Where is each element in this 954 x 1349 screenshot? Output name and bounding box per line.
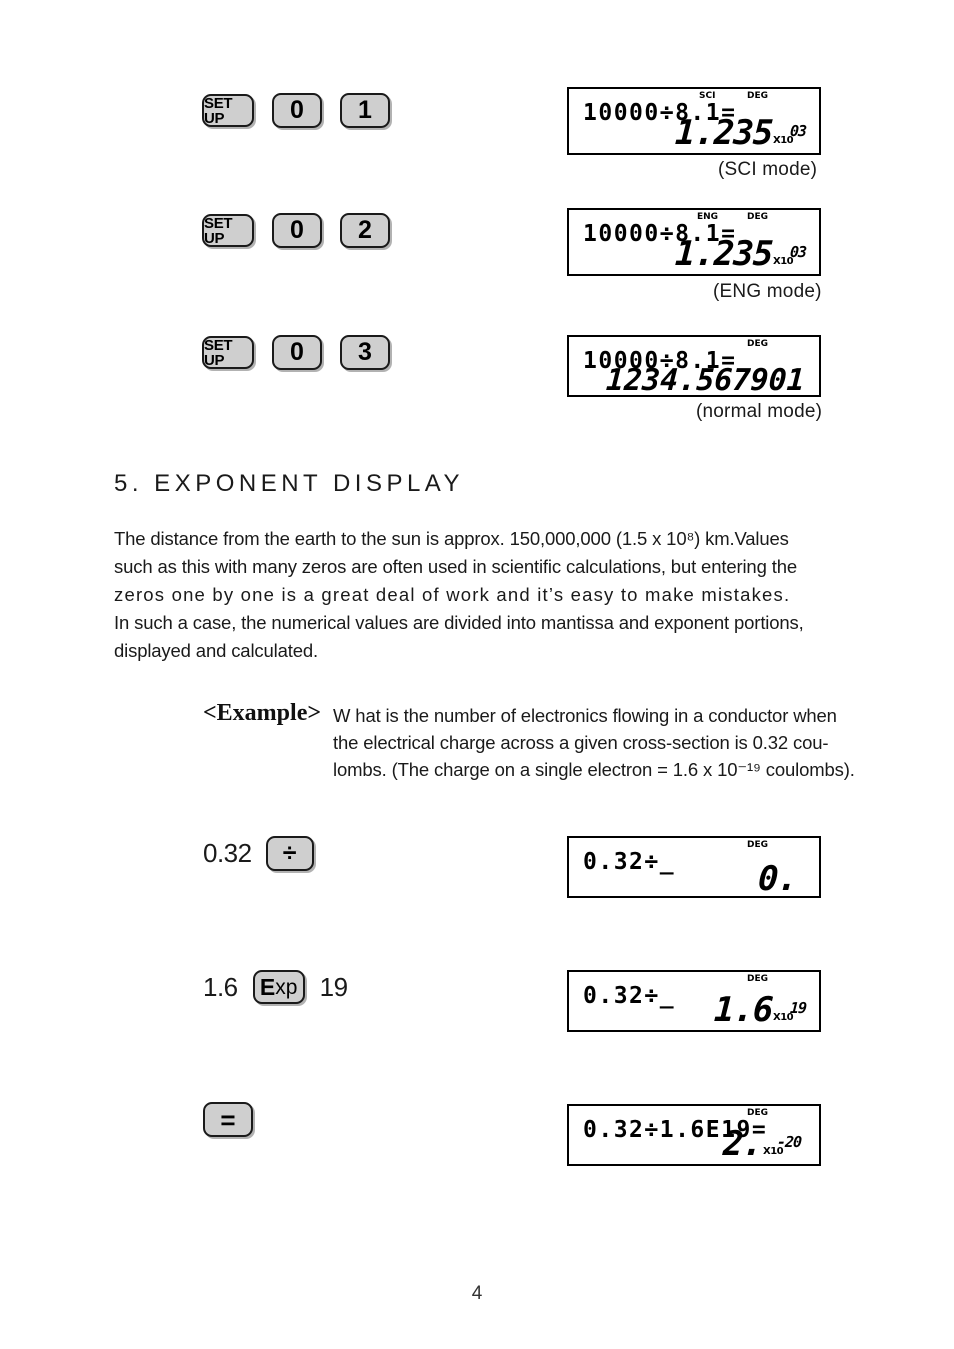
exp-key[interactable]: Exp	[252, 970, 305, 1004]
flag-deg: DEG	[747, 840, 769, 850]
body-paragraph: The distance from the earth to the sun i…	[114, 525, 834, 665]
caption-eng-mode: (ENG mode)	[713, 281, 822, 302]
caption-sci-mode: (SCI mode)	[718, 159, 818, 180]
step-row-equals: =	[203, 1102, 253, 1137]
lcd-display-sci: SCI DEG 10000÷8.1= 1.235 X10 03	[567, 87, 821, 155]
lcd-exponent-value: -20	[776, 1133, 802, 1151]
digit-key-0[interactable]: 0	[272, 93, 322, 128]
example-label: <Example>	[203, 700, 322, 726]
lcd-entry-line: 0.32÷_	[583, 849, 676, 875]
key-row-sci: SET UP 0 1	[202, 93, 390, 128]
flag-deg: DEG	[747, 91, 769, 101]
step-suffix-value: 19	[319, 971, 348, 1002]
lcd-result-line: 2. X10 -20	[722, 1124, 802, 1165]
example-line: lombs. (The charge on a single electron …	[333, 759, 855, 780]
flag-deg: DEG	[747, 212, 769, 222]
example-line: the electrical charge across a given cro…	[333, 732, 829, 753]
lcd-mantissa: 1.235	[673, 113, 774, 154]
lcd-exponent-value: 03	[789, 243, 807, 261]
digit-key-2[interactable]: 2	[340, 213, 390, 248]
digit-key-3[interactable]: 3	[340, 335, 390, 370]
paragraph-line: The distance from the earth to the sun i…	[114, 528, 789, 549]
step-prefix-value: 1.6	[203, 971, 238, 1002]
lcd-exponent-value: 03	[789, 122, 807, 140]
example-body: W hat is the number of electronics flowi…	[333, 702, 878, 783]
lcd-exponent-block: X10 19	[773, 995, 807, 1029]
page-title: 5. EXPONENT DISPLAY	[114, 470, 465, 497]
equals-key[interactable]: =	[203, 1102, 253, 1137]
lcd-mantissa: 1234.567901	[605, 362, 806, 398]
paragraph-line: such as this with many zeros are often u…	[114, 556, 797, 577]
lcd-entry-line: 0.32÷_	[583, 983, 676, 1009]
lcd-mantissa: 1.6	[712, 990, 774, 1031]
setup-key[interactable]: SET UP	[202, 94, 254, 127]
exp-key-letter-e: E	[259, 973, 276, 1000]
lcd-exponent-block: X10 03	[773, 118, 807, 152]
step-row-exp: 1.6 Exp 19	[203, 970, 348, 1004]
lcd-exponent-value: 19	[789, 999, 807, 1017]
lcd-display-step3: DEG 0.32÷1.6E19= 2. X10 -20	[567, 1104, 821, 1166]
paragraph-line: displayed and calculated.	[114, 640, 319, 661]
lcd-display-eng: ENG DEG 10000÷8.1= 1.235 X10 03	[567, 208, 821, 276]
step-row-divide: 0.32 ÷	[203, 836, 314, 871]
digit-key-0[interactable]: 0	[272, 213, 322, 248]
caption-normal-mode: (normal mode)	[696, 401, 823, 422]
paragraph-line: In such a case, the numerical values are…	[114, 612, 804, 633]
step-prefix-value: 0.32	[203, 838, 252, 868]
lcd-result-line: 1.235 X10 03	[673, 113, 807, 154]
lcd-result-line: 0.	[757, 859, 799, 900]
key-row-normal: SET UP 0 3	[202, 335, 390, 370]
lcd-result-line: 1.235 X10 03	[673, 234, 807, 275]
flag-deg: DEG	[747, 974, 769, 984]
digit-key-1[interactable]: 1	[340, 93, 390, 128]
lcd-display-normal: DEG 10000÷8.1= 1234.567901	[567, 335, 821, 398]
lcd-result-line: 1234.567901	[605, 362, 806, 398]
flag-deg: DEG	[747, 339, 769, 349]
lcd-exponent-block: X10 03	[773, 239, 807, 273]
lcd-result-line: 1.6 X10 19	[712, 990, 807, 1031]
divide-key[interactable]: ÷	[265, 836, 314, 871]
lcd-mantissa: 0.	[757, 859, 799, 900]
lcd-display-step1: DEG 0.32÷_ 0.	[567, 836, 821, 900]
lcd-display-step2: DEG 0.32÷_ 1.6 X10 19	[567, 970, 821, 1032]
exp-key-letters-xp: xp	[275, 975, 298, 999]
digit-key-0[interactable]: 0	[272, 335, 322, 370]
setup-key[interactable]: SET UP	[202, 214, 254, 247]
page-number: 4	[471, 1283, 483, 1304]
lcd-mantissa: 2.	[722, 1124, 764, 1165]
lcd-mantissa: 1.235	[673, 234, 774, 275]
example-line: W hat is the number of electronics flowi…	[333, 705, 837, 726]
paragraph-line: zeros one by one is a great deal of work…	[114, 584, 791, 605]
key-row-eng: SET UP 0 2	[202, 213, 390, 248]
setup-key[interactable]: SET UP	[202, 336, 254, 369]
lcd-exponent-block: X10 -20	[763, 1129, 802, 1163]
